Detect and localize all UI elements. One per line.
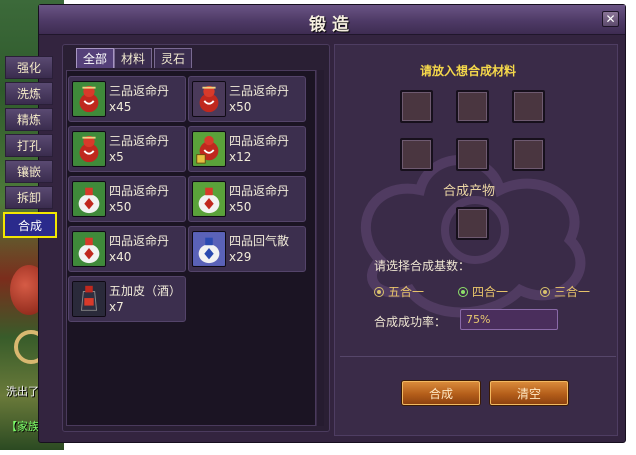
option-four-in-one[interactable]: 四合一 [458, 283, 508, 300]
item-name: 四品返命丹 [229, 184, 290, 198]
item-name: 四品返命丹 [229, 134, 290, 148]
base-select-label: 请选择合成基数： [374, 259, 471, 273]
wine-jar-icon [72, 281, 106, 317]
category-tab-spirit-stones[interactable]: 灵石 [154, 48, 193, 68]
inventory-item[interactable]: 四品返命丹 x50 [68, 176, 186, 222]
radio-button-selected-icon[interactable] [458, 286, 468, 297]
tab-punch[interactable]: 打孔 [5, 134, 53, 157]
item-quantity: x5 [109, 150, 124, 164]
tab-inlay[interactable]: 镶嵌 [5, 160, 53, 183]
red-gourd-icon [72, 81, 106, 117]
white-blue-bottle-icon [192, 231, 226, 267]
success-rate-value: 75% [460, 309, 558, 330]
window-titlebar[interactable]: 锻造 ✕ [39, 5, 625, 35]
tab-refine[interactable]: 精炼 [5, 108, 53, 131]
panel-divider [340, 356, 616, 357]
item-quantity: x12 [229, 150, 252, 164]
inventory-item[interactable]: 三品返命丹 x45 [68, 76, 186, 122]
inventory-item[interactable]: 四品返命丹 x40 [68, 226, 186, 272]
category-tab-all[interactable]: 全部 [76, 48, 115, 68]
compose-button[interactable]: 合成 [402, 381, 480, 405]
material-slot-5[interactable] [456, 138, 489, 171]
red-gourd-icon [72, 131, 106, 167]
inventory-item[interactable]: 五加皮（酒） x7 [68, 276, 186, 322]
item-quantity: x50 [109, 200, 132, 214]
inventory-scrollbar[interactable] [316, 70, 324, 426]
item-name: 四品回气散 [229, 234, 290, 248]
tab-wash[interactable]: 洗炼 [5, 82, 53, 105]
item-name: 三品返命丹 [109, 84, 170, 98]
radio-button-icon[interactable] [540, 286, 550, 297]
inventory-item[interactable]: 三品返命丹 x5 [68, 126, 186, 172]
white-red-bottle-icon [72, 181, 106, 217]
radio-button-icon[interactable] [374, 286, 384, 297]
item-quantity: x29 [229, 250, 252, 264]
option-three-in-one[interactable]: 三合一 [540, 283, 590, 300]
success-rate-label: 合成成功率： [374, 315, 447, 329]
tab-compose[interactable]: 合成 [3, 212, 57, 238]
craft-heading: 请放入想合成材料 [420, 64, 517, 78]
red-gourd-icon [192, 81, 226, 117]
option-label: 五合一 [388, 285, 425, 299]
tab-strengthen[interactable]: 强化 [5, 56, 53, 79]
item-quantity: x45 [109, 100, 132, 114]
white-red-bottle-icon [192, 181, 226, 217]
window-title: 锻造 [309, 15, 355, 35]
item-name: 三品返命丹 [109, 134, 170, 148]
white-red-bottle-icon [72, 231, 106, 267]
item-quantity: x50 [229, 100, 252, 114]
material-slot-2[interactable] [456, 90, 489, 123]
item-quantity: x7 [109, 300, 124, 314]
category-tab-materials[interactable]: 材料 [114, 48, 153, 68]
product-label: 合成产物 [443, 184, 496, 199]
item-quantity: x40 [109, 250, 132, 264]
inventory-item[interactable]: 四品返命丹 x12 [188, 126, 306, 172]
option-label: 四合一 [472, 285, 509, 299]
inventory-item[interactable]: 三品返命丹 x50 [188, 76, 306, 122]
material-slot-3[interactable] [512, 90, 545, 123]
item-name: 五加皮（酒） [109, 284, 182, 298]
inventory-item[interactable]: 四品回气散 x29 [188, 226, 306, 272]
option-label: 三合一 [554, 285, 591, 299]
red-gourd-locked-icon [192, 131, 226, 167]
material-slot-6[interactable] [512, 138, 545, 171]
tab-remove[interactable]: 拆卸 [5, 186, 53, 209]
option-five-in-one[interactable]: 五合一 [374, 283, 424, 300]
close-button[interactable]: ✕ [602, 11, 619, 27]
item-name: 四品返命丹 [109, 184, 170, 198]
material-slot-4[interactable] [400, 138, 433, 171]
item-quantity: x50 [229, 200, 252, 214]
product-slot[interactable] [456, 207, 489, 240]
item-name: 三品返命丹 [229, 84, 290, 98]
inventory-item[interactable]: 四品返命丹 x50 [188, 176, 306, 222]
material-slot-1[interactable] [400, 90, 433, 123]
item-name: 四品返命丹 [109, 234, 170, 248]
clear-button[interactable]: 清空 [490, 381, 568, 405]
